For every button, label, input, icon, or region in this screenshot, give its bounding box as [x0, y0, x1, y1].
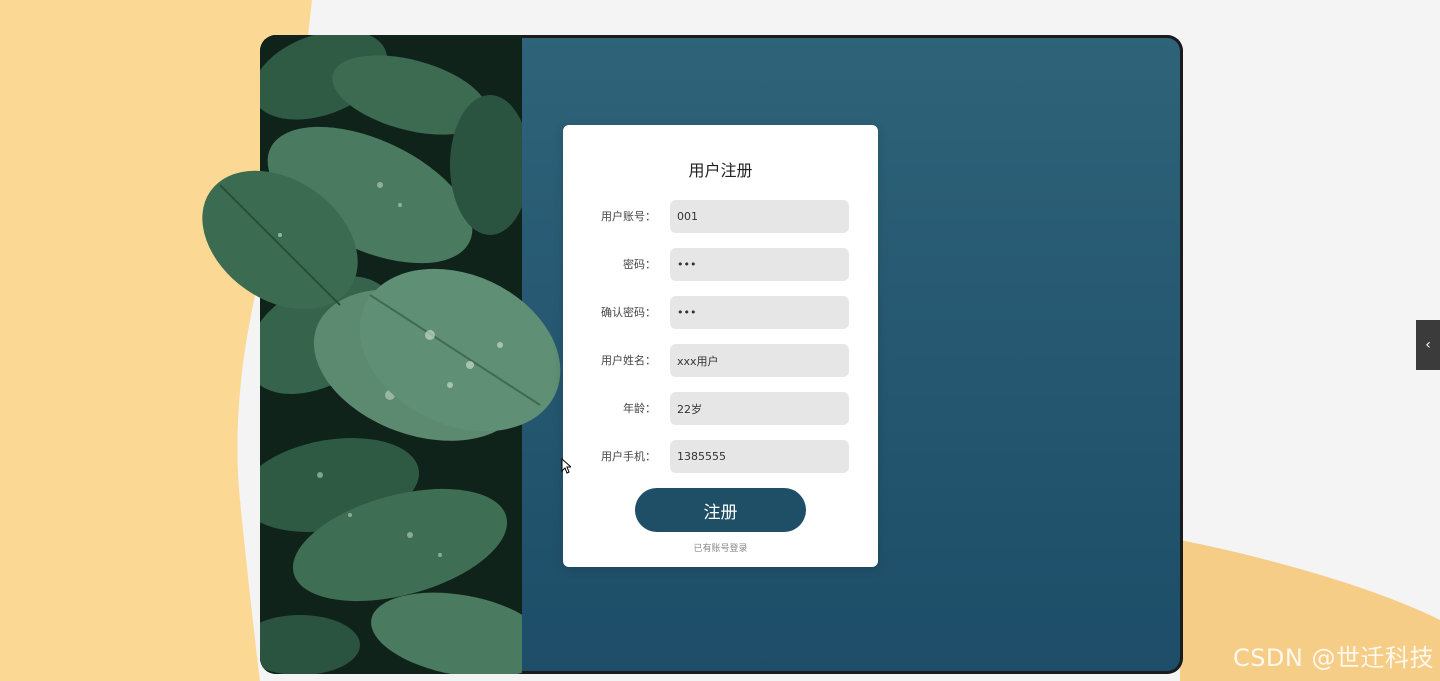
label-phone: 用户手机： [601, 450, 656, 463]
name-input[interactable] [670, 344, 849, 377]
login-link[interactable]: 已有账号登录 [563, 541, 878, 554]
leaf-image [260, 35, 522, 674]
field-account: 用户账号： [563, 200, 878, 233]
label-password: 密码： [623, 258, 656, 271]
label-account: 用户账号： [601, 210, 656, 223]
confirm-password-input[interactable] [670, 296, 849, 329]
side-toggle-glyph: ‹ [1425, 337, 1431, 353]
mouse-cursor-icon [561, 458, 571, 474]
field-name: 用户姓名： [563, 344, 878, 377]
field-phone: 用户手机： [563, 440, 878, 473]
age-input[interactable] [670, 392, 849, 425]
label-name: 用户姓名： [601, 354, 656, 367]
field-password: 密码： [563, 248, 878, 281]
register-button[interactable]: 注册 [635, 488, 806, 532]
chevron-left-icon[interactable]: ‹ [1416, 320, 1440, 370]
register-form: 用户注册 用户账号： 密码： 确认密码： 用户姓名： 年龄： 用户手机： 注册 … [563, 125, 878, 567]
phone-input[interactable] [670, 440, 849, 473]
field-confirm-password: 确认密码： [563, 296, 878, 329]
field-age: 年龄： [563, 392, 878, 425]
account-input[interactable] [670, 200, 849, 233]
label-confirm-password: 确认密码： [601, 306, 656, 319]
password-input[interactable] [670, 248, 849, 281]
label-age: 年龄： [623, 402, 656, 415]
watermark: CSDN @世迁科技 [1232, 644, 1434, 672]
form-title: 用户注册 [688, 161, 753, 180]
